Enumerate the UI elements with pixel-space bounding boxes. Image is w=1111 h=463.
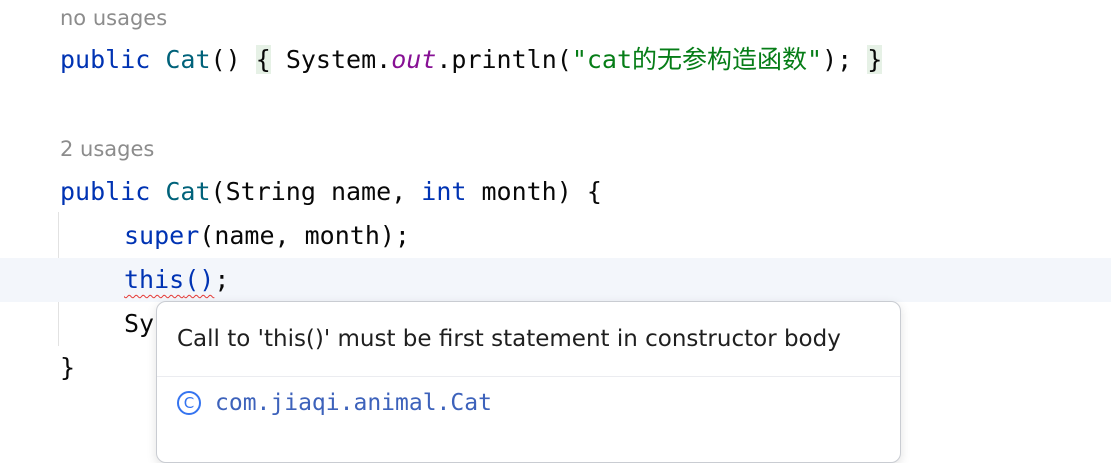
popup-divider — [157, 376, 900, 377]
code-line-2[interactable]: public Cat(String name, int month) { — [0, 170, 1111, 214]
semicolon-text: ); — [822, 45, 853, 74]
error-message: Call to 'this()' must be first statement… — [177, 326, 841, 352]
error-tooltip-popup[interactable]: Call to 'this()' must be first statement… — [156, 301, 901, 463]
constructor-name: Cat — [165, 45, 211, 74]
closing-brace: } — [60, 353, 76, 382]
usage-hint-2-usages[interactable]: 2 usages — [60, 134, 154, 164]
params-text-2: month) { — [466, 177, 602, 206]
code-line-4-current[interactable]: this(); — [0, 258, 1111, 302]
fold-brace-open[interactable]: { — [255, 45, 271, 74]
class-icon: C — [177, 391, 201, 415]
super-args: (name, month); — [199, 221, 410, 250]
println-text: .println( — [436, 45, 572, 74]
code-line-3[interactable]: super(name, month); — [0, 214, 1111, 258]
keyword-super: super — [124, 221, 200, 250]
string-literal: "cat的无参构造函数" — [571, 45, 823, 74]
keyword-int: int — [421, 177, 467, 206]
class-name: com.jiaqi.animal.Cat — [215, 390, 492, 416]
keyword-this: this — [124, 265, 185, 294]
type-string: String — [225, 177, 316, 206]
usage-hint-no-usages[interactable]: no usages — [60, 3, 167, 33]
keyword-public: public — [60, 177, 151, 206]
fold-brace-close[interactable]: } — [867, 45, 883, 74]
this-parens: () — [184, 265, 215, 294]
semicolon: ; — [214, 265, 230, 294]
error-this-call[interactable]: this() — [124, 265, 214, 294]
code-line-1[interactable]: public Cat() { System.out.println("cat的无… — [0, 38, 1111, 82]
class-reference-link[interactable]: C com.jiaqi.animal.Cat — [177, 384, 492, 422]
keyword-public: public — [60, 45, 151, 74]
open-paren: ( — [210, 177, 226, 206]
partial-text: Sy — [124, 309, 155, 338]
system-text: System. — [270, 45, 392, 74]
parens: () — [210, 45, 241, 74]
out-field: out — [391, 45, 437, 74]
params-text-1: name, — [315, 177, 422, 206]
constructor-name: Cat — [165, 177, 211, 206]
